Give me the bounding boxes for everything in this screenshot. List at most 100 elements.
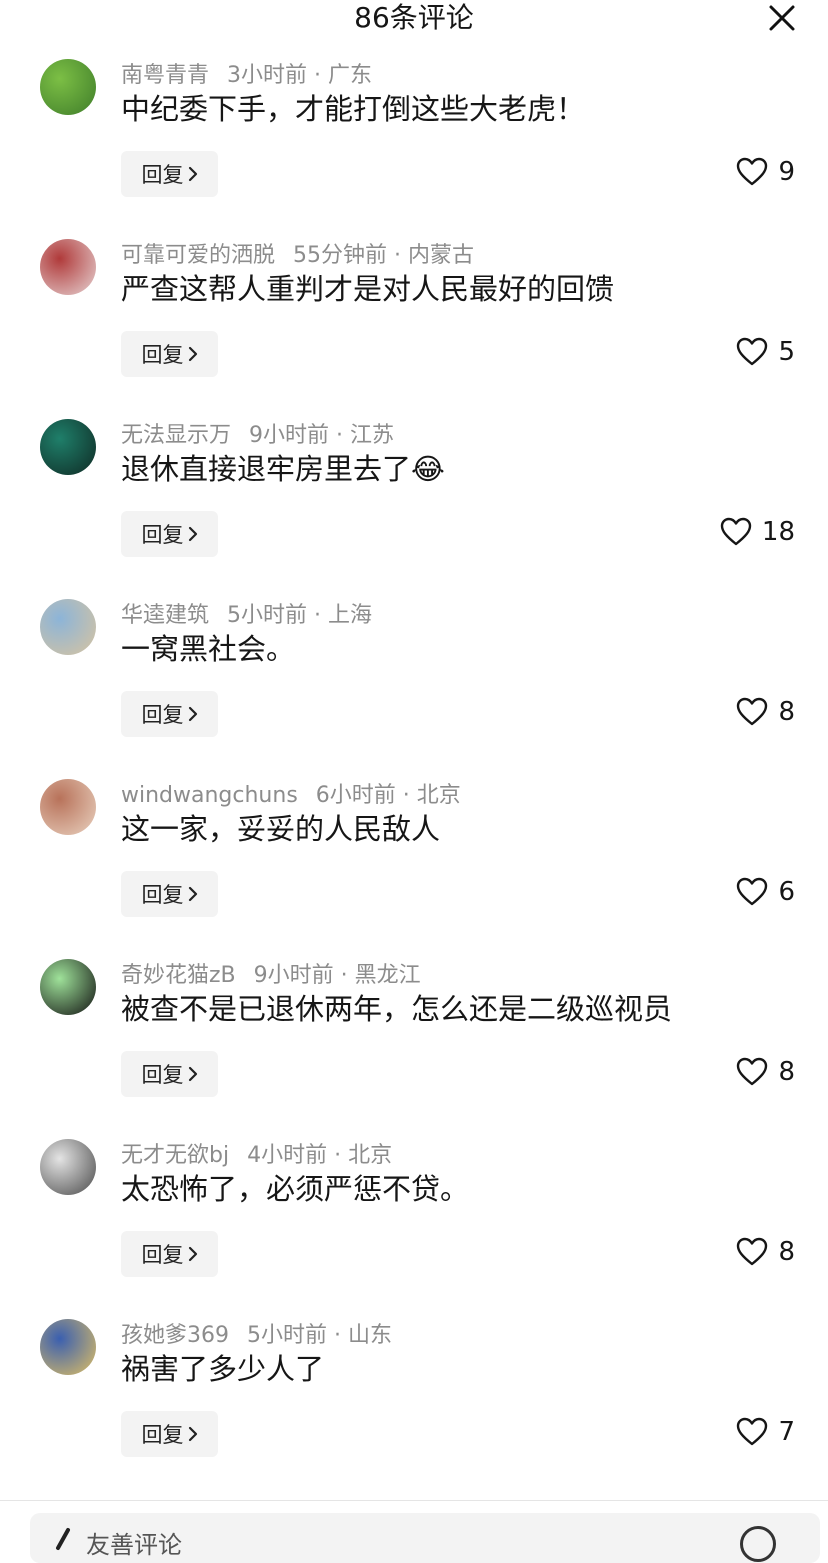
comment-item: 无法显示万 9小时前 · 江苏 退休直接退牢房里去了😂 回复 18: [0, 419, 828, 599]
laughing-emoji: 😂: [411, 452, 445, 486]
heart-outline-icon: [737, 697, 768, 726]
pencil-icon: [56, 1528, 70, 1550]
chevron-right-icon: [188, 166, 197, 182]
comment-text[interactable]: 祸害了多少人了: [121, 1347, 324, 1391]
like-count: 5: [778, 337, 795, 367]
reply-label: 回复: [141, 163, 184, 187]
like-button[interactable]: 9: [736, 157, 795, 187]
reply-button[interactable]: 回复: [121, 511, 218, 557]
like-button[interactable]: 8: [736, 1057, 795, 1087]
comment-location: 黑龙江: [354, 963, 421, 988]
comment-username[interactable]: 无法显示万: [121, 423, 231, 448]
like-count: 18: [761, 517, 795, 547]
comment-input-field[interactable]: 友善评论: [30, 1513, 820, 1563]
chevron-right-icon: [188, 1426, 197, 1442]
close-icon[interactable]: [766, 2, 798, 34]
comment-time: 5小时前: [227, 603, 308, 628]
like-button[interactable]: 7: [736, 1417, 795, 1447]
like-count: 8: [778, 1057, 795, 1087]
comment-time: 5小时前: [247, 1323, 327, 1348]
comment-text[interactable]: 一窝黑社会。: [121, 627, 295, 671]
avatar[interactable]: [40, 779, 96, 835]
like-button[interactable]: 8: [736, 697, 795, 727]
reply-label: 回复: [141, 703, 184, 727]
like-count: 7: [778, 1417, 795, 1447]
comment-item: 无才无欲bj 4小时前 · 北京 太恐怖了，必须严惩不贷。 回复 8: [0, 1139, 828, 1319]
comment-input-bar: 友善评论: [0, 1500, 828, 1563]
like-count: 8: [778, 697, 795, 727]
avatar[interactable]: [40, 1139, 96, 1195]
chevron-right-icon: [188, 1246, 197, 1262]
comment-location: 山东: [347, 1323, 392, 1348]
comment-time: 9小时前: [249, 423, 330, 448]
comment-text[interactable]: 太恐怖了，必须严惩不贷。: [121, 1167, 469, 1211]
comment-location: 江苏: [350, 423, 395, 448]
comment-username[interactable]: 南粤青青: [121, 63, 209, 88]
heart-outline-icon: [737, 337, 768, 366]
comment-username[interactable]: 孩她爹369: [121, 1323, 229, 1348]
avatar[interactable]: [40, 599, 96, 655]
heart-outline-icon: [737, 1417, 768, 1446]
avatar[interactable]: [40, 1319, 96, 1375]
comment-username[interactable]: windwangchuns: [121, 783, 298, 808]
like-count: 6: [778, 877, 795, 907]
reply-button[interactable]: 回复: [121, 1411, 218, 1457]
comment-location: 广东: [328, 63, 373, 88]
comment-time: 4小时前: [247, 1143, 328, 1168]
heart-outline-icon: [737, 877, 768, 906]
comment-item: 南粤青青 3小时前 · 广东 中纪委下手，才能打倒这些大老虎！ 回复 9: [0, 59, 828, 239]
comment-text[interactable]: 严查这帮人重判才是对人民最好的回馈: [121, 267, 614, 311]
chevron-right-icon: [188, 1066, 197, 1082]
like-button[interactable]: 18: [720, 517, 795, 547]
like-count: 8: [778, 1237, 795, 1267]
reply-button[interactable]: 回复: [121, 691, 218, 737]
heart-outline-icon: [737, 1237, 768, 1266]
comment-input-placeholder: 友善评论: [86, 1531, 182, 1559]
like-button[interactable]: 8: [736, 1237, 795, 1267]
reply-label: 回复: [141, 1423, 184, 1447]
reply-label: 回复: [141, 883, 184, 907]
comment-time: 55分钟前: [293, 243, 388, 268]
chevron-right-icon: [188, 346, 197, 362]
heart-outline-icon: [720, 517, 752, 546]
chevron-right-icon: [188, 886, 197, 902]
comment-time: 6小时前: [315, 783, 396, 808]
reply-button[interactable]: 回复: [121, 331, 218, 377]
emoji-icon[interactable]: [740, 1526, 776, 1562]
avatar[interactable]: [40, 239, 96, 295]
like-button[interactable]: 5: [736, 337, 795, 367]
reply-button[interactable]: 回复: [121, 1051, 218, 1097]
avatar[interactable]: [40, 419, 96, 475]
reply-label: 回复: [141, 1063, 184, 1087]
avatar[interactable]: [40, 959, 96, 1015]
reply-button[interactable]: 回复: [121, 1231, 218, 1277]
comment-item: 孩她爹369 5小时前 · 山东 祸害了多少人了 回复 7: [0, 1319, 828, 1499]
reply-label: 回复: [141, 1243, 184, 1267]
like-count: 9: [778, 157, 795, 187]
comment-text[interactable]: 退休直接退牢房里去了😂: [121, 447, 445, 491]
comment-item: windwangchuns 6小时前 · 北京 这一家，妥妥的人民敌人 回复 6: [0, 779, 828, 959]
comment-item: 华逵建筑 5小时前 · 上海 一窝黑社会。 回复 8: [0, 599, 828, 779]
like-button[interactable]: 6: [736, 877, 795, 907]
chevron-right-icon: [188, 526, 197, 542]
comment-location: 北京: [416, 783, 461, 808]
reply-label: 回复: [141, 523, 184, 547]
reply-button[interactable]: 回复: [121, 151, 218, 197]
comment-username[interactable]: 可靠可爱的洒脱: [121, 243, 275, 268]
comment-location: 内蒙古: [408, 243, 475, 268]
heart-outline-icon: [737, 1057, 768, 1086]
comment-username[interactable]: 无才无欲bj: [121, 1143, 229, 1168]
reply-button[interactable]: 回复: [121, 871, 218, 917]
heart-outline-icon: [737, 157, 768, 186]
comment-item: 可靠可爱的洒脱 55分钟前 · 内蒙古 严查这帮人重判才是对人民最好的回馈 回复 …: [0, 239, 828, 419]
comment-username[interactable]: 华逵建筑: [121, 603, 209, 628]
comment-item: 奇妙花猫zB 9小时前 · 黑龙江 被查不是已退休两年，怎么还是二级巡视员 回复 …: [0, 959, 828, 1139]
avatar[interactable]: [40, 59, 96, 115]
comment-text[interactable]: 被查不是已退休两年，怎么还是二级巡视员: [121, 987, 672, 1031]
comment-text[interactable]: 中纪委下手，才能打倒这些大老虎！: [121, 87, 585, 131]
reply-label: 回复: [141, 343, 184, 367]
comment-username[interactable]: 奇妙花猫zB: [121, 963, 236, 988]
comment-text[interactable]: 这一家，妥妥的人民敌人: [121, 807, 440, 851]
comments-title: 86条评论: [354, 1, 474, 34]
comment-location: 上海: [328, 603, 373, 628]
